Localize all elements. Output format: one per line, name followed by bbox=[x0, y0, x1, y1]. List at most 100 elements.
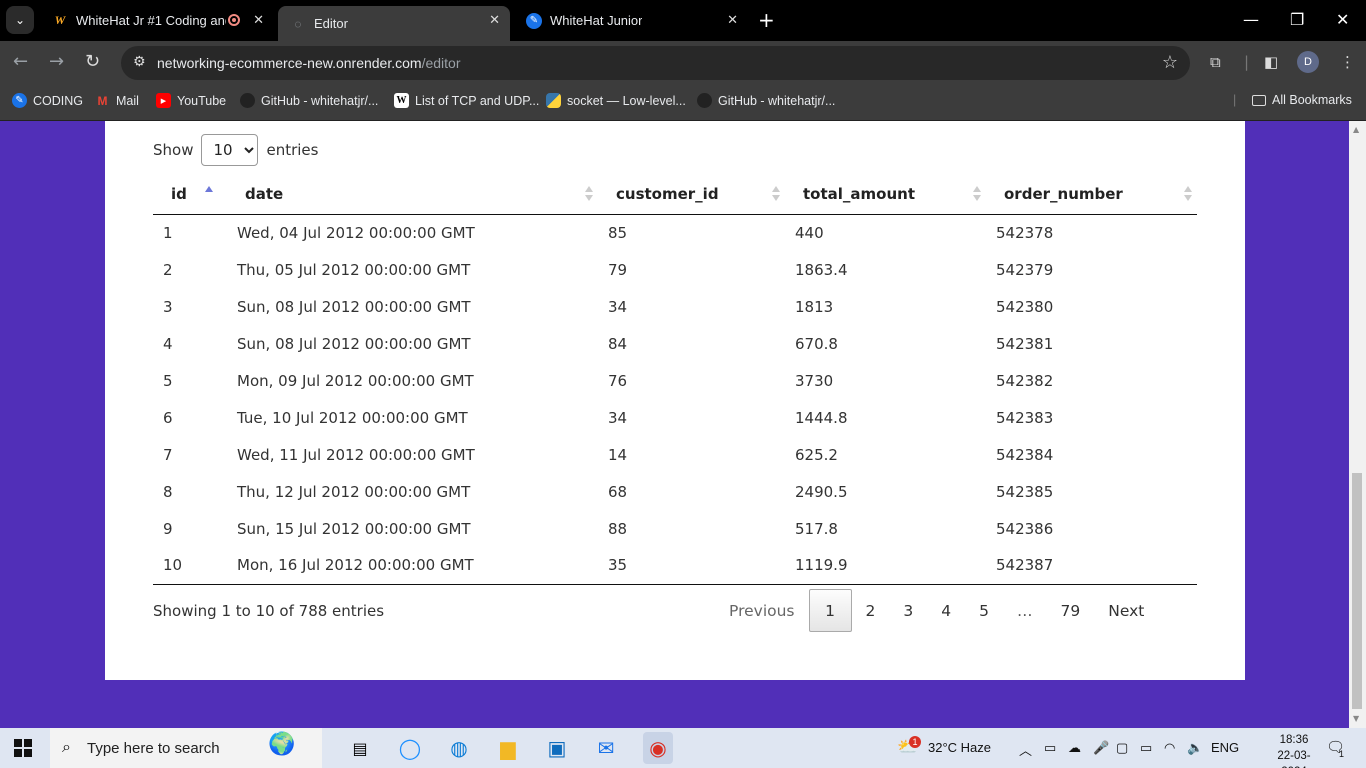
chevron-up-icon[interactable]: ︿ bbox=[1019, 740, 1032, 759]
datatable-panel: Show 10 entries id date customer_id tota… bbox=[105, 121, 1245, 680]
restore-button[interactable]: ❐ bbox=[1290, 10, 1304, 29]
previous-page-button[interactable]: Previous bbox=[715, 589, 809, 632]
volume-icon[interactable]: 🔈 bbox=[1187, 740, 1203, 756]
scroll-down-icon[interactable]: ▼ bbox=[1353, 714, 1359, 723]
scroll-up-icon[interactable]: ▲ bbox=[1353, 125, 1359, 134]
url-host: networking-ecommerce-new.onrender.com bbox=[157, 55, 422, 71]
cell-customer-id: 35 bbox=[598, 547, 785, 585]
page-scrollbar[interactable]: ▲ ▼ bbox=[1349, 121, 1366, 728]
taskbar-clock[interactable]: 18:36 22-03-2024 bbox=[1268, 732, 1320, 768]
bookmark-label: Mail bbox=[116, 93, 139, 108]
cell-id: 8 bbox=[163, 482, 173, 501]
next-page-button[interactable]: Next bbox=[1094, 589, 1158, 632]
bookmark-github-2[interactable]: GitHub - whitehatjr/... bbox=[697, 93, 835, 108]
battery-icon[interactable]: ▭ bbox=[1140, 740, 1152, 756]
cell-date: Thu, 05 Jul 2012 00:00:00 GMT bbox=[237, 260, 471, 279]
tab-editor[interactable]: ◌ Editor ✕ bbox=[278, 6, 510, 41]
tab-whitehat-coding[interactable]: W WhiteHat Jr #1 Coding and ✕ bbox=[40, 6, 274, 35]
reload-icon[interactable]: ↻ bbox=[85, 51, 100, 72]
cell-id: 3 bbox=[163, 297, 173, 316]
column-label: total_amount bbox=[803, 184, 915, 203]
divider: | bbox=[1244, 53, 1250, 71]
cell-date: Tue, 10 Jul 2012 00:00:00 GMT bbox=[237, 408, 468, 427]
language-indicator[interactable]: ENG bbox=[1211, 740, 1239, 755]
display-icon[interactable]: ▢ bbox=[1116, 740, 1128, 756]
weather-text[interactable]: 32°C Haze bbox=[928, 740, 991, 755]
task-view-icon[interactable]: ▤ bbox=[348, 736, 372, 760]
tab-title: WhiteHat Junior bbox=[550, 13, 643, 28]
cortana-icon[interactable]: ◯ bbox=[398, 736, 422, 760]
cell-id: 5 bbox=[163, 371, 173, 390]
all-bookmarks[interactable]: All Bookmarks bbox=[1252, 93, 1352, 107]
cell-date: Mon, 09 Jul 2012 00:00:00 GMT bbox=[237, 371, 474, 390]
bookmark-label: socket — Low-level... bbox=[567, 93, 686, 108]
microphone-icon[interactable]: 🎤 bbox=[1093, 740, 1109, 756]
side-panel-icon[interactable]: ◧ bbox=[1264, 53, 1278, 71]
site-info-icon[interactable]: ⚙ bbox=[133, 54, 146, 70]
bookmark-tcp-udp[interactable]: W List of TCP and UDP... bbox=[394, 93, 539, 108]
bookmark-star-icon[interactable]: ☆ bbox=[1162, 52, 1178, 73]
cell-customer-id: 84 bbox=[608, 334, 628, 353]
windows-start-icon[interactable] bbox=[14, 739, 32, 757]
bookmark-coding[interactable]: ✎ CODING bbox=[12, 93, 83, 108]
page-button-5[interactable]: 5 bbox=[965, 589, 1003, 632]
table-header-row: id date customer_id total_amount order_n… bbox=[153, 174, 1197, 215]
column-header-id[interactable]: id bbox=[153, 174, 227, 215]
onedrive-icon[interactable]: ☁ bbox=[1068, 740, 1081, 756]
column-header-total-amount[interactable]: total_amount bbox=[785, 174, 986, 215]
forward-arrow-icon[interactable]: → bbox=[49, 51, 64, 72]
new-tab-button[interactable]: + bbox=[758, 10, 775, 30]
page-length-select[interactable]: 10 bbox=[201, 134, 259, 166]
bookmark-mail[interactable]: M Mail bbox=[95, 93, 139, 108]
page-button-2[interactable]: 2 bbox=[852, 589, 890, 632]
tab-search-button[interactable]: ⌄ bbox=[6, 6, 34, 34]
menu-icon[interactable]: ⋮ bbox=[1340, 53, 1355, 71]
back-arrow-icon[interactable]: ← bbox=[13, 51, 28, 72]
page-button-79[interactable]: 79 bbox=[1047, 589, 1095, 632]
bookmark-youtube[interactable]: ▶ YouTube bbox=[156, 93, 226, 108]
sort-icon bbox=[585, 186, 593, 202]
close-window-button[interactable]: ✕ bbox=[1336, 10, 1349, 29]
file-explorer-icon[interactable]: ▆ bbox=[496, 736, 520, 760]
page-button-3[interactable]: 3 bbox=[889, 589, 927, 632]
close-icon[interactable]: ✕ bbox=[489, 12, 500, 28]
wifi-icon[interactable]: ◠ bbox=[1164, 740, 1175, 756]
url-path: /editor bbox=[421, 55, 461, 71]
pagination: Previous 1 2 3 4 5 … 79 Next bbox=[715, 589, 1158, 632]
bookmark-label: GitHub - whitehatjr/... bbox=[261, 93, 379, 108]
cell-id: 1 bbox=[163, 223, 173, 242]
page-button-1[interactable]: 1 bbox=[808, 589, 852, 632]
chrome-icon[interactable]: ◉ bbox=[643, 732, 673, 764]
cell-order-number: 542385 bbox=[996, 482, 1054, 501]
bookmark-label: GitHub - whitehatjr/... bbox=[718, 93, 836, 108]
taskbar-search[interactable]: ⌕ Type here to search 🌍 bbox=[50, 728, 322, 768]
tab-title: Editor bbox=[314, 16, 348, 31]
close-icon[interactable]: ✕ bbox=[727, 12, 738, 28]
tab-whitehat-junior[interactable]: ✎ WhiteHat Junior ✕ bbox=[514, 6, 748, 35]
meet-now-icon[interactable]: ▭ bbox=[1044, 740, 1056, 756]
page-button-4[interactable]: 4 bbox=[927, 589, 965, 632]
address-bar[interactable]: ⚙ networking-ecommerce-new.onrender.com/… bbox=[121, 46, 1190, 80]
page-length-control: Show 10 entries bbox=[153, 134, 318, 166]
edge-icon[interactable]: ◍ bbox=[447, 736, 471, 760]
column-header-date[interactable]: date bbox=[227, 174, 598, 215]
minimize-button[interactable]: — bbox=[1243, 10, 1259, 29]
browser-tab-strip: ⌄ W WhiteHat Jr #1 Coding and ✕ ◌ Editor… bbox=[0, 0, 1366, 41]
mail-app-icon[interactable]: ✉ bbox=[594, 736, 618, 760]
cell-date: Mon, 16 Jul 2012 00:00:00 GMT bbox=[227, 547, 598, 585]
column-header-customer-id[interactable]: customer_id bbox=[598, 174, 785, 215]
column-header-order-number[interactable]: order_number bbox=[986, 174, 1197, 215]
bookmarks-bar: ✎ CODING M Mail ▶ YouTube GitHub - white… bbox=[0, 85, 1366, 121]
cell-customer-id: 68 bbox=[608, 482, 628, 501]
close-icon[interactable]: ✕ bbox=[253, 12, 264, 28]
entries-label: entries bbox=[266, 141, 319, 159]
cell-id: 6 bbox=[163, 408, 173, 427]
cell-total-amount: 1119.9 bbox=[785, 547, 986, 585]
profile-avatar[interactable]: D bbox=[1297, 51, 1319, 73]
bookmark-socket[interactable]: socket — Low-level... bbox=[546, 93, 686, 108]
scrollbar-thumb[interactable] bbox=[1352, 473, 1362, 709]
extensions-icon[interactable]: ⧉ bbox=[1210, 53, 1221, 71]
microsoft-store-icon[interactable]: ▣ bbox=[545, 736, 569, 760]
bookmark-github-1[interactable]: GitHub - whitehatjr/... bbox=[240, 93, 378, 108]
cell-order-number: 542382 bbox=[996, 371, 1054, 390]
